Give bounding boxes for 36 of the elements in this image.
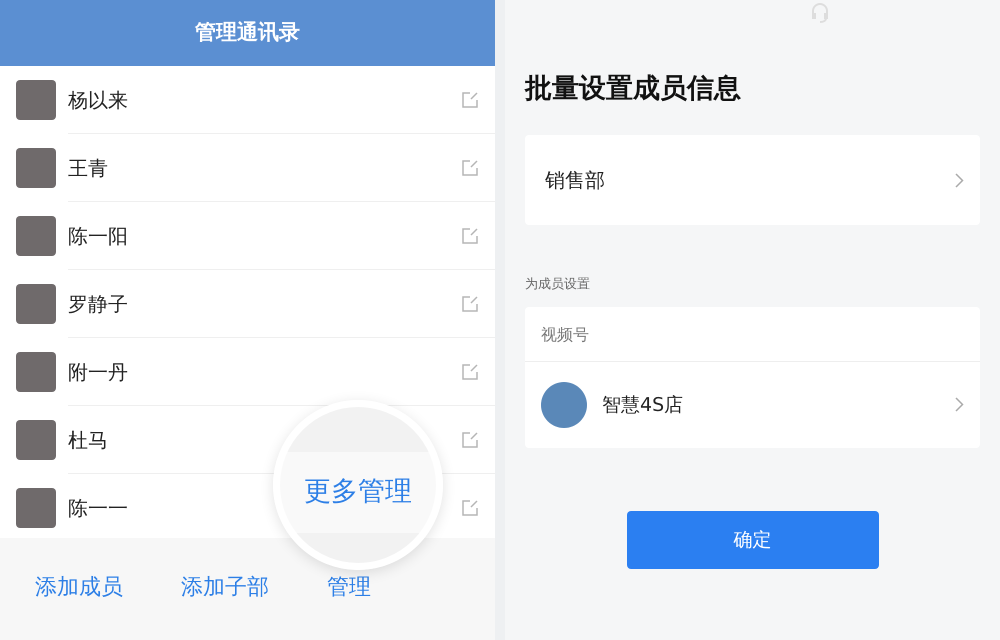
- edit-icon[interactable]: [461, 430, 479, 448]
- section-label: 为成员设置: [525, 276, 591, 294]
- avatar-placeholder: [16, 80, 56, 120]
- avatar-placeholder: [16, 488, 56, 528]
- chevron-icon: [955, 397, 964, 412]
- edit-icon[interactable]: [461, 498, 479, 516]
- member-name[interactable]: 附一丹: [68, 356, 461, 386]
- avatar-placeholder: [16, 148, 56, 188]
- edit-icon[interactable]: [461, 362, 479, 380]
- screen-title: 管理通讯录: [0, 0, 495, 66]
- account-name[interactable]: 智慧4S店: [602, 390, 955, 420]
- avatar-placeholder: [16, 352, 56, 392]
- action-link[interactable]: 添加子部: [181, 576, 269, 600]
- account-photo-placeholder: [541, 382, 587, 428]
- action-link[interactable]: 管理: [327, 576, 371, 600]
- avatar-placeholder: [16, 284, 56, 324]
- member-name[interactable]: 王青: [68, 152, 461, 182]
- department-name: 销售部: [545, 167, 606, 194]
- headset-icon: [810, 2, 830, 24]
- magnified-label: 更多管理: [304, 475, 412, 510]
- confirm-button[interactable]: 确定: [626, 510, 878, 569]
- avatar-placeholder: [16, 216, 56, 256]
- member-name[interactable]: 罗静子: [68, 288, 461, 318]
- page-title: 批量设置成员信息: [525, 73, 741, 106]
- edit-icon[interactable]: [461, 90, 479, 108]
- department-selector[interactable]: 销售部: [525, 135, 980, 226]
- member-name[interactable]: 杜马: [68, 424, 461, 454]
- edit-icon[interactable]: [461, 294, 479, 312]
- card-title: 视频号: [525, 306, 980, 362]
- chevron-icon: [955, 172, 964, 188]
- edit-icon[interactable]: [461, 226, 479, 244]
- member-name[interactable]: 陈一阳: [68, 220, 461, 250]
- edit-icon[interactable]: [461, 158, 479, 176]
- avatar-placeholder: [16, 420, 56, 460]
- member-name[interactable]: 杨以来: [68, 84, 461, 114]
- action-link[interactable]: 添加成员: [35, 576, 123, 600]
